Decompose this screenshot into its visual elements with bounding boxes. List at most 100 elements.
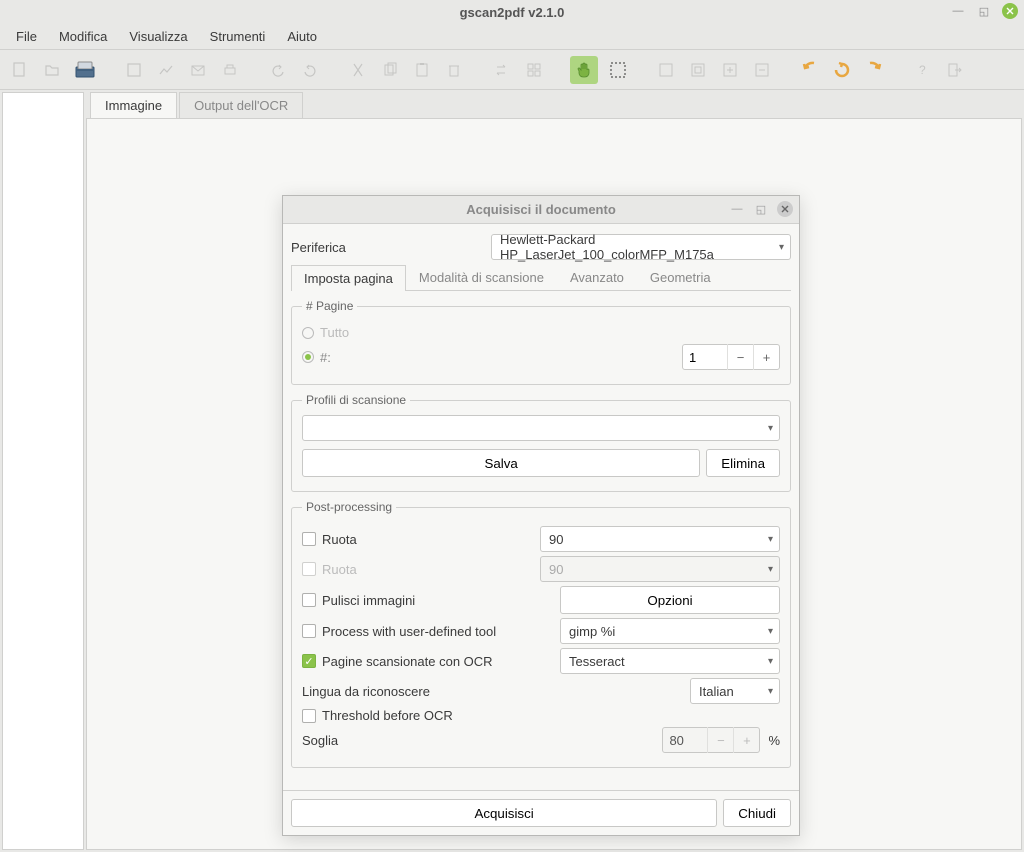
pages-fieldset: # Pagine Tutto #: − + — [291, 299, 791, 385]
language-select[interactable]: Italian — [690, 678, 780, 704]
toolbar: ? — [0, 50, 1024, 90]
threshold-label: Threshold before OCR — [322, 708, 453, 723]
exit-icon[interactable] — [942, 58, 966, 82]
dialog-maximize-icon[interactable]: ◱ — [753, 201, 769, 217]
rotate2-select: 90 — [540, 556, 780, 582]
save-profile-button[interactable]: Salva — [302, 449, 700, 477]
profile-select[interactable] — [302, 415, 780, 441]
radio-all-label: Tutto — [320, 325, 349, 340]
tab-page-setup[interactable]: Imposta pagina — [291, 265, 406, 291]
open-icon[interactable] — [40, 58, 64, 82]
dialog-minimize-icon[interactable]: — — [729, 201, 745, 217]
separator — [782, 58, 790, 82]
zoom-out-icon[interactable] — [750, 58, 774, 82]
select-icon[interactable] — [606, 58, 630, 82]
delete-icon[interactable] — [442, 58, 466, 82]
separator — [894, 58, 902, 82]
dialog-close-icon[interactable] — [777, 201, 793, 217]
scan-button[interactable]: Acquisisci — [291, 799, 717, 827]
postprocessing-fieldset: Post-processing Ruota 90 Ruota 90 Pulisc… — [291, 500, 791, 768]
rotate-value: 90 — [549, 532, 563, 547]
increment-icon: + — [733, 727, 759, 753]
delete-profile-button[interactable]: Elimina — [706, 449, 780, 477]
decrement-icon[interactable]: − — [727, 344, 753, 370]
page-count-spinner[interactable]: − + — [682, 344, 780, 370]
redo-icon[interactable] — [298, 58, 322, 82]
save-icon[interactable] — [122, 58, 146, 82]
menu-view[interactable]: Visualizza — [119, 25, 197, 48]
hand-tool-icon[interactable] — [570, 56, 598, 84]
menu-tools[interactable]: Strumenti — [200, 25, 276, 48]
rotate2-check[interactable]: Ruota — [302, 562, 357, 577]
soglia-input — [663, 733, 707, 748]
tab-scan-mode[interactable]: Modalità di scansione — [406, 264, 557, 290]
increment-icon[interactable]: + — [753, 344, 779, 370]
menu-help[interactable]: Aiuto — [277, 25, 327, 48]
separator — [638, 58, 646, 82]
menubar: File Modifica Visualizza Strumenti Aiuto — [0, 24, 1024, 50]
separator — [106, 58, 114, 82]
profiles-fieldset: Profili di scansione Salva Elimina — [291, 393, 791, 492]
options-button[interactable]: Opzioni — [560, 586, 780, 614]
window-titlebar: gscan2pdf v2.1.0 — ◱ — [0, 0, 1024, 24]
page-list-sidebar[interactable] — [2, 92, 84, 850]
help-icon[interactable]: ? — [910, 58, 934, 82]
device-value: Hewlett-Packard HP_LaserJet_100_colorMFP… — [500, 232, 768, 262]
minimize-icon[interactable]: — — [950, 3, 966, 19]
rotate-left-icon[interactable] — [798, 58, 822, 82]
undo-icon[interactable] — [266, 58, 290, 82]
rotate-180-icon[interactable] — [830, 58, 854, 82]
cut-icon[interactable] — [346, 58, 370, 82]
radio-number[interactable]: #: — [302, 350, 331, 365]
udt-check[interactable]: Process with user-defined tool — [302, 624, 496, 639]
close-button[interactable]: Chiudi — [723, 799, 791, 827]
window-title: gscan2pdf v2.1.0 — [460, 5, 565, 20]
page-count-input[interactable] — [683, 350, 727, 365]
threshold-check[interactable]: Threshold before OCR — [302, 708, 453, 723]
tab-advanced[interactable]: Avanzato — [557, 264, 637, 290]
scanner-icon[interactable] — [72, 57, 98, 83]
zoom-in-icon[interactable] — [718, 58, 742, 82]
close-icon[interactable] — [1002, 3, 1018, 19]
menu-edit[interactable]: Modifica — [49, 25, 117, 48]
ocr-check[interactable]: ✓Pagine scansionate con OCR — [302, 654, 493, 669]
radio-all[interactable]: Tutto — [302, 325, 349, 340]
ocr-label: Pagine scansionate con OCR — [322, 654, 493, 669]
percent-label: % — [768, 733, 780, 748]
tab-ocr-output[interactable]: Output dell'OCR — [179, 92, 303, 118]
zoom-fit-icon[interactable] — [686, 58, 710, 82]
scan-dialog: Acquisisci il documento — ◱ Periferica H… — [282, 195, 800, 836]
ocr-engine-select[interactable]: Tesseract — [560, 648, 780, 674]
postprocessing-legend: Post-processing — [302, 500, 396, 514]
device-label: Periferica — [291, 240, 346, 255]
clean-images-check[interactable]: Pulisci immagini — [302, 593, 415, 608]
tab-geometry[interactable]: Geometria — [637, 264, 724, 290]
svg-text:?: ? — [919, 63, 926, 77]
dialog-titlebar[interactable]: Acquisisci il documento — ◱ — [283, 196, 799, 224]
content-tabstrip: Immagine Output dell'OCR — [86, 90, 1024, 118]
rotate-check[interactable]: Ruota — [302, 532, 357, 547]
print-icon[interactable] — [218, 58, 242, 82]
dialog-tabstrip: Imposta pagina Modalità di scansione Ava… — [291, 264, 791, 291]
swap-icon[interactable] — [490, 58, 514, 82]
menu-file[interactable]: File — [6, 25, 47, 48]
rotate-select[interactable]: 90 — [540, 526, 780, 552]
zoom-100-icon[interactable] — [654, 58, 678, 82]
decrement-icon: − — [707, 727, 733, 753]
chart-icon[interactable] — [154, 58, 178, 82]
tab-image[interactable]: Immagine — [90, 92, 177, 118]
device-select[interactable]: Hewlett-Packard HP_LaserJet_100_colorMFP… — [491, 234, 791, 260]
dialog-title: Acquisisci il documento — [466, 202, 616, 217]
rotate2-value: 90 — [549, 562, 563, 577]
email-icon[interactable] — [186, 58, 210, 82]
separator — [474, 58, 482, 82]
paste-icon[interactable] — [410, 58, 434, 82]
grid-icon[interactable] — [522, 58, 546, 82]
udt-value: gimp %i — [569, 624, 615, 639]
udt-select[interactable]: gimp %i — [560, 618, 780, 644]
language-label: Lingua da riconoscere — [302, 684, 430, 699]
new-icon[interactable] — [8, 58, 32, 82]
maximize-icon[interactable]: ◱ — [976, 3, 992, 19]
rotate-right-icon[interactable] — [862, 58, 886, 82]
copy-icon[interactable] — [378, 58, 402, 82]
